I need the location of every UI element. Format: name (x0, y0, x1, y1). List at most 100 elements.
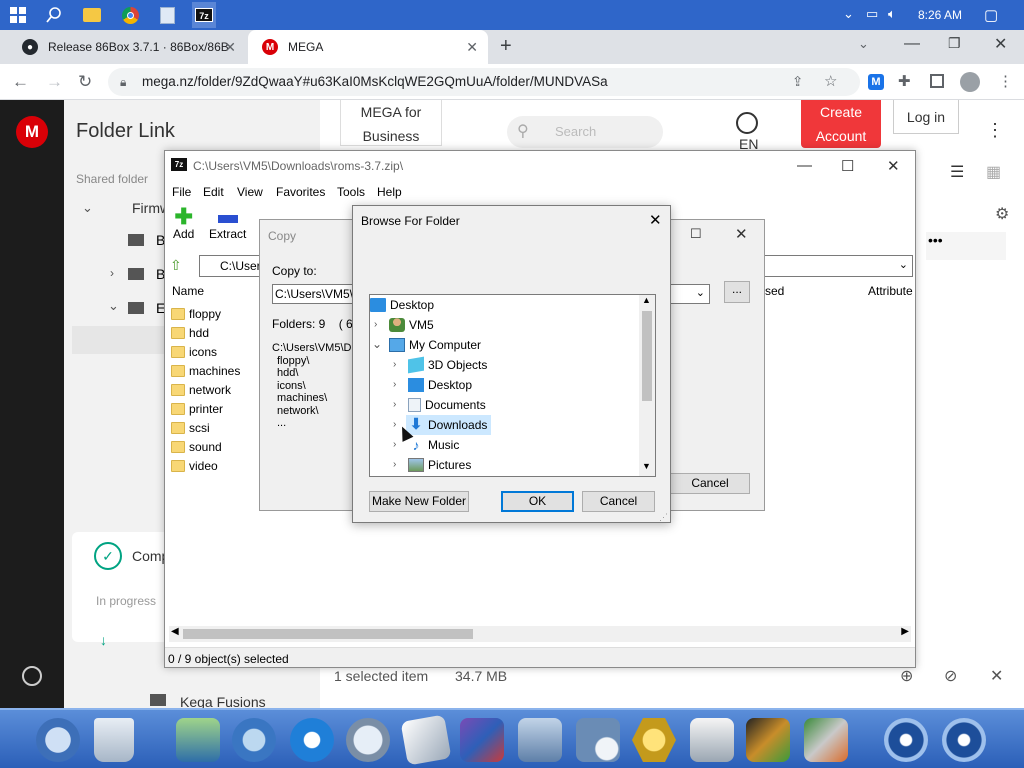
chevron-right-icon[interactable]: › (393, 379, 396, 390)
search-icon[interactable] (44, 5, 64, 25)
column-attributes[interactable]: Attribute (868, 284, 913, 298)
seven-zip-icon[interactable]: 7z (192, 2, 216, 28)
list-item[interactable]: floppy (171, 304, 221, 323)
chrome-menu-icon[interactable]: ⋮ (998, 72, 1013, 90)
cancel-button[interactable]: Cancel (582, 491, 655, 512)
close-icon[interactable]: ✕ (990, 666, 1003, 686)
chevron-down-icon[interactable]: ⌄ (108, 298, 119, 314)
tree-item-documents[interactable]: Documents (408, 395, 486, 415)
menu-favorites[interactable]: Favorites (276, 185, 325, 199)
menu-tools[interactable]: Tools (337, 185, 365, 199)
maximize-button[interactable]: ☐ (841, 157, 854, 175)
trash-icon[interactable] (94, 718, 134, 762)
tree-item-my-computer[interactable]: My Computer (389, 335, 481, 355)
tree-item-desktop[interactable]: Desktop (370, 295, 434, 315)
menu-edit[interactable]: Edit (203, 185, 224, 199)
horizontal-scrollbar[interactable]: ◀ ▶ (169, 626, 911, 642)
tree-item-pictures[interactable]: Pictures (408, 455, 471, 475)
close-button[interactable]: ✕ (887, 157, 900, 175)
create-account-button[interactable]: Create Account (801, 100, 881, 148)
paint-icon[interactable] (804, 718, 848, 762)
restore-button[interactable]: ❐ (948, 35, 961, 52)
list-item[interactable]: network (171, 380, 231, 399)
close-window-button[interactable]: ✕ (994, 34, 1007, 54)
malwarebytes-extension-icon[interactable]: M (868, 74, 884, 90)
internet-explorer-icon[interactable] (290, 718, 334, 762)
chevron-right-icon[interactable]: › (393, 439, 396, 450)
media-discs-icon[interactable] (690, 718, 734, 762)
chevron-right-icon[interactable]: › (393, 399, 396, 410)
clock[interactable]: 8:26 AM (918, 8, 962, 22)
standby-button-icon[interactable] (884, 718, 928, 762)
resize-grip-icon[interactable]: ⋰ (659, 512, 668, 523)
tree-item-desktop-sub[interactable]: Desktop (408, 375, 472, 395)
column-name[interactable]: Name (172, 284, 204, 298)
chevron-right-icon[interactable]: › (393, 459, 396, 470)
chevron-right-icon[interactable]: › (374, 319, 377, 330)
chevron-up-icon[interactable]: ⌄ (843, 6, 854, 22)
tree-item-user[interactable]: VM5 (389, 315, 434, 335)
mega-for-business-button[interactable]: MEGA for Business (340, 100, 442, 146)
tab-search-icon[interactable]: ⌄ (858, 36, 869, 52)
list-item[interactable]: scsi (171, 418, 210, 437)
globe-icon[interactable] (736, 112, 758, 134)
key-icon[interactable] (36, 718, 80, 762)
mega-sync-icon[interactable] (22, 666, 42, 686)
network-icon[interactable]: ▭ (866, 6, 878, 22)
browse-button[interactable]: ... (724, 281, 750, 303)
menu-view[interactable]: View (237, 185, 263, 199)
list-view-icon[interactable]: ☰ (950, 162, 964, 182)
new-tab-button[interactable]: + (500, 35, 512, 58)
up-folder-icon[interactable]: ⇧ (170, 257, 188, 275)
close-button[interactable]: ✕ (735, 225, 748, 243)
list-item[interactable]: printer (171, 399, 223, 418)
row-actions-icon[interactable]: ••• (926, 232, 1006, 260)
bookmark-star-icon[interactable]: ☆ (824, 68, 837, 96)
chevron-right-icon[interactable]: › (110, 266, 114, 280)
chevron-left-icon[interactable]: ◀ (171, 626, 179, 637)
close-icon[interactable]: ✕ (224, 39, 236, 56)
tree-item-music[interactable]: ♪ Music (408, 435, 460, 455)
list-item[interactable]: hdd (171, 323, 209, 342)
side-panel-icon[interactable] (930, 74, 944, 88)
tab-86box-release[interactable]: ● Release 86Box 3.7.1 · 86Box/86B ✕ (8, 30, 246, 64)
tree-item-downloads[interactable]: ⬇ Downloads (406, 415, 492, 435)
film-player-icon[interactable] (746, 718, 790, 762)
chrome-icon[interactable] (120, 5, 140, 25)
folder-clock-icon[interactable] (576, 718, 620, 762)
chevron-right-icon[interactable]: › (393, 359, 396, 370)
volume-icon[interactable]: 🔈︎ (888, 6, 896, 22)
chevron-down-icon[interactable]: ⌄ (899, 258, 908, 271)
list-item[interactable]: icons (171, 342, 217, 361)
profile-avatar[interactable] (960, 72, 980, 92)
gear-icon[interactable]: ⚙ (995, 204, 1009, 224)
share-icon[interactable]: ⇪ (792, 68, 803, 96)
list-item[interactable]: sound (171, 437, 222, 456)
grid-view-icon[interactable]: ▦ (986, 162, 1001, 182)
list-item[interactable]: machines (171, 361, 240, 380)
notepad-icon[interactable] (157, 5, 177, 25)
mega-logo[interactable]: M (16, 116, 48, 148)
minimize-button[interactable]: — (797, 157, 812, 174)
address-bar[interactable]: 🔒︎ mega.nz/folder/9ZdQwaaY#u63KaI0MsKclq… (108, 68, 860, 96)
maximize-button[interactable]: ☐ (690, 226, 702, 242)
disk-icon[interactable] (518, 718, 562, 762)
back-button[interactable]: ← (12, 72, 29, 92)
more-menu-icon[interactable]: ⋮ (986, 120, 1004, 141)
minimize-button[interactable]: — (904, 35, 920, 53)
cancel-button[interactable]: Cancel (670, 473, 750, 494)
scrollbar-thumb[interactable] (642, 311, 652, 401)
chevron-down-icon[interactable]: ▼ (642, 461, 651, 471)
mail-globe-icon[interactable] (232, 718, 276, 762)
rtf-document-icon[interactable] (400, 714, 452, 766)
chevron-right-icon[interactable]: ▶ (901, 626, 909, 637)
chevron-up-icon[interactable]: ▲ (642, 295, 651, 305)
list-item[interactable]: video (171, 456, 218, 475)
tab-mega[interactable]: M MEGA ✕ (248, 30, 488, 64)
search-input[interactable]: ⚲ Search (507, 116, 663, 148)
folder-tree[interactable]: Desktop › VM5 ⌄ My Computer › 3D Objects… (369, 294, 656, 477)
menu-file[interactable]: File (172, 185, 191, 199)
chevron-down-icon[interactable]: ⌄ (82, 200, 93, 216)
vertical-scrollbar[interactable]: ▲ ▼ (639, 295, 655, 476)
download-icon[interactable]: ⊕ (900, 666, 913, 686)
